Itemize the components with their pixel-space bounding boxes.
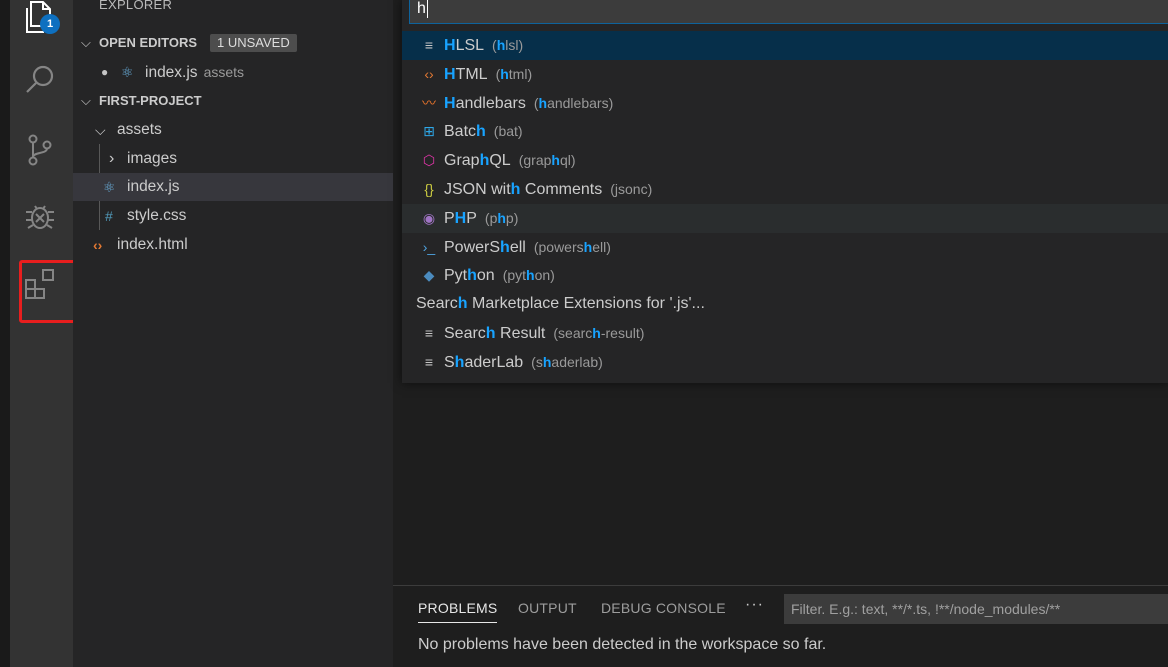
powershell-icon: ›_ [422,238,436,255]
chevron-right-icon: › [109,150,115,167]
php-icon: ◉ [422,209,436,226]
quick-pick-description: (search-result) [553,324,645,341]
more-actions-icon[interactable]: ··· [745,596,764,614]
quick-pick-description: (powershell) [533,238,611,255]
quick-pick-label: Search Marketplace Extensions for '.js'.… [416,295,705,313]
quick-pick-item[interactable]: Search Marketplace Extensions for '.js'.… [402,290,1168,319]
quick-pick-item[interactable]: ›_ PowerShell (powershell) [402,233,1168,262]
quick-pick-description: (graphql) [518,152,576,169]
chevron-down-icon: ⌵ [81,93,91,108]
quick-pick-description: (handlebars) [533,94,614,111]
tree-item-label: images [127,150,177,167]
quick-pick-item[interactable]: 〰 Handlebars (handlebars) [402,89,1168,118]
search-icon[interactable] [22,62,58,98]
html-icon: ‹› [424,65,434,82]
open-editor-name: index.js [145,64,198,81]
quick-pick-description: (hlsl) [492,37,524,53]
quick-pick-label: Batch (bat) [444,123,523,141]
dirty-dot-icon: ● [101,65,109,79]
quick-pick-label: JSON with Comments (jsonc) [444,180,653,198]
project-header[interactable]: ⌵ FIRST-PROJECT [73,88,393,114]
quick-pick-description: (python) [502,267,555,284]
quick-pick-label: Search Result (search-result) [444,324,645,342]
quick-pick-item[interactable]: ‹› HTML (html) [402,60,1168,89]
quick-pick-label: PHP (php) [444,209,519,227]
tree-item-index-js[interactable]: ⚛ index.js [73,173,393,201]
project-label: FIRST-PROJECT [99,93,202,108]
quick-pick-item[interactable]: ◆ Python (python) [402,261,1168,290]
html-icon: ‹› [93,237,103,253]
css-hash-icon: # [105,208,113,224]
file-lines-icon: ≡ [424,37,434,53]
tab-debug-console[interactable]: DEBUG CONSOLE [601,600,726,616]
tree-item-label: index.js [127,178,180,195]
quick-pick-description: (bat) [493,123,523,140]
quick-pick-description: (shaderlab) [531,353,603,370]
open-editor-item[interactable]: ● ⚛ index.js assets [73,58,393,86]
explorer-badge: 1 [40,14,60,34]
tree-item-style-css[interactable]: # style.css [73,202,393,230]
open-editor-desc: assets [203,64,245,80]
chevron-down-icon: ⌵ [95,122,106,138]
handlebars-icon: 〰 [422,94,436,111]
quick-pick-label: ShaderLab (shaderlab) [444,353,603,371]
quick-pick-label: Python (python) [444,267,555,285]
tab-output[interactable]: OUTPUT [518,600,577,616]
quick-pick-description: (html) [495,65,533,82]
quick-pick-label: Handlebars (handlebars) [444,94,614,112]
text-caret [426,0,428,18]
quick-pick-input[interactable]: h [409,0,1168,24]
explorer-title: EXPLORER [99,0,173,12]
quick-pick-item[interactable]: ≡ ShaderLab (shaderlab) [402,348,1168,377]
quick-pick-label: HTML (html) [444,65,533,83]
open-editors-header[interactable]: ⌵ OPEN EDITORS 1 UNSAVED [73,30,393,56]
windows-icon: ⊞ [423,123,435,140]
quick-pick-item[interactable]: ◉ PHP (php) [402,203,1168,233]
quick-pick-description: (php) [484,209,519,226]
file-lines-icon: ≡ [424,324,434,341]
problems-message: No problems have been detected in the wo… [418,636,827,653]
tree-item-assets[interactable]: ⌵ assets [73,116,393,144]
quick-pick-label: GraphQL (graphql) [444,152,576,170]
quick-pick-item[interactable]: ⊞ Batch (bat) [402,117,1168,146]
quick-pick-description: (jsonc) [610,180,653,197]
bottom-panel: PROBLEMS OUTPUT DEBUG CONSOLE ··· Filter… [393,585,1168,667]
problems-filter-input[interactable]: Filter. E.g.: text, **/*.ts, !**/node_mo… [784,594,1168,624]
explorer-sidebar: EXPLORER ⌵ OPEN EDITORS 1 UNSAVED ● ⚛ in… [73,0,393,667]
unsaved-badge: 1 UNSAVED [210,34,297,52]
react-icon: ⚛ [121,64,134,80]
activity-bar: 1 [0,0,91,667]
tree-item-label: style.css [127,207,187,224]
quick-pick-item[interactable]: ≡ Search Result (search-result) [402,319,1168,348]
json-icon: {} [424,180,434,197]
tree-item-label: assets [117,121,162,138]
open-editors-label: OPEN EDITORS [99,35,198,50]
graphql-icon: ⬡ [422,152,436,169]
source-control-icon[interactable] [22,132,58,168]
quick-pick-item[interactable]: {} JSON with Comments (jsonc) [402,175,1168,204]
python-icon: ◆ [423,267,435,284]
react-icon: ⚛ [103,179,116,195]
quick-pick-label: HLSL (hlsl) [444,37,524,54]
quick-pick-item[interactable]: ≡ HLSL (hlsl) [402,31,1168,60]
quick-pick-label: PowerShell (powershell) [444,238,611,256]
debug-icon[interactable] [22,198,58,234]
language-quick-pick: h ≡ HLSL (hlsl) ‹› HTML (html) 〰 Handlebars (han… [402,0,1168,383]
quick-pick-list: ≡ HLSL (hlsl) ‹› HTML (html) 〰 Handlebars (handl… [402,31,1168,377]
file-lines-icon: ≡ [424,353,434,370]
quick-pick-item[interactable]: ⬡ GraphQL (graphql) [402,146,1168,175]
chevron-down-icon: ⌵ [81,35,91,50]
tree-item-images[interactable]: › images [73,145,393,173]
tab-problems[interactable]: PROBLEMS [418,600,498,623]
tree-item-index-html[interactable]: ‹› index.html [73,231,393,259]
tree-item-label: index.html [117,236,188,253]
